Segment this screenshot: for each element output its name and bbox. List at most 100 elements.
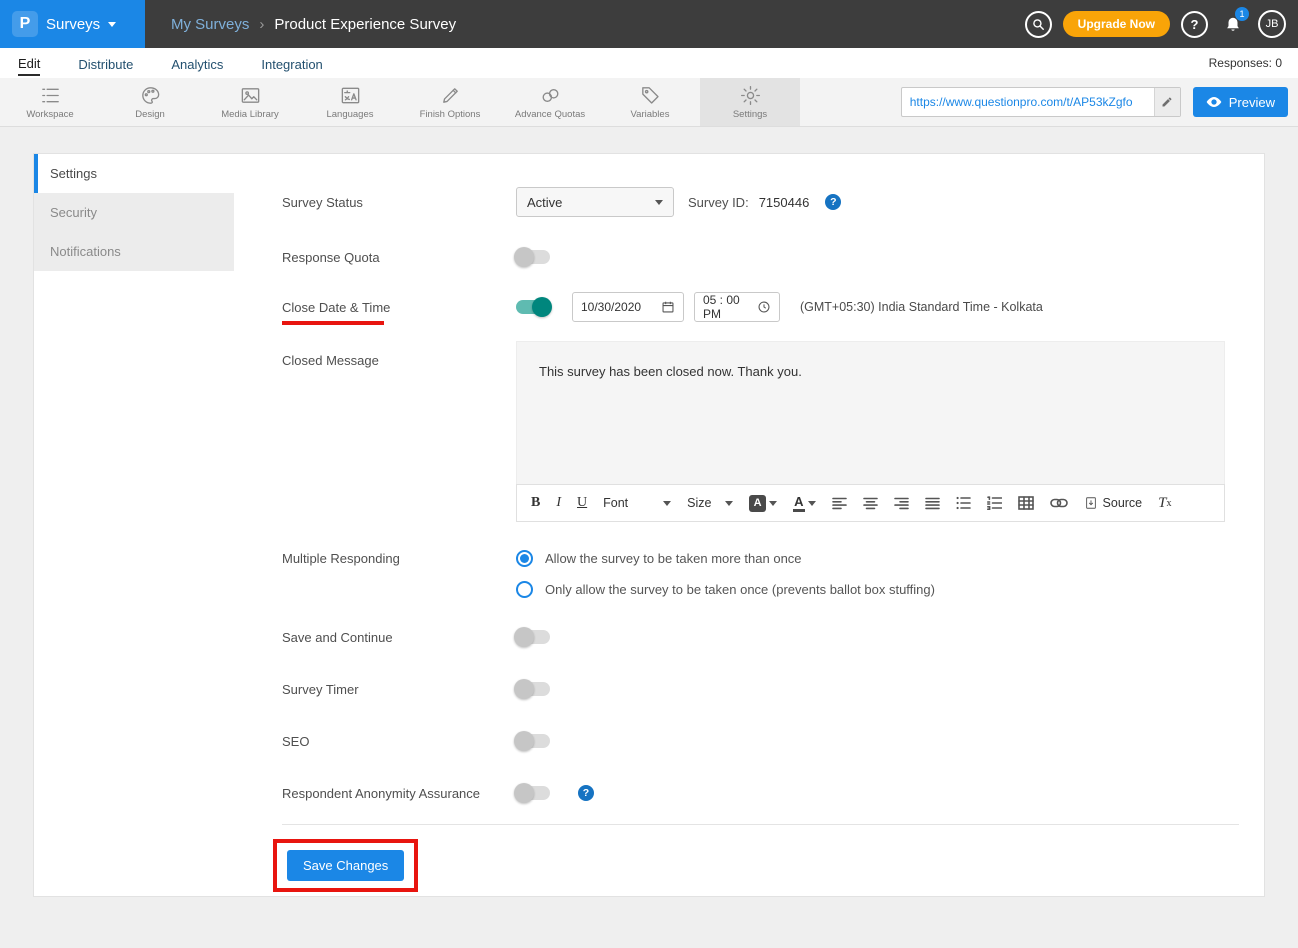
toggle-knob [514, 627, 534, 647]
source-label: Source [1103, 496, 1143, 510]
remove-format-button[interactable]: Tx [1158, 495, 1171, 512]
survey-timer-toggle[interactable] [516, 682, 550, 696]
bullet-list-icon [956, 496, 971, 510]
align-right-button[interactable] [894, 497, 909, 510]
survey-id-help-icon[interactable]: ? [825, 194, 841, 210]
notifications-button[interactable]: 1 [1219, 10, 1247, 38]
topbar: P Surveys My Surveys › Product Experienc… [0, 0, 1298, 48]
seo-toggle[interactable] [516, 734, 550, 748]
response-quota-toggle[interactable] [516, 250, 550, 264]
save-and-continue-row: Save and Continue [282, 627, 1239, 647]
breadcrumb-separator: › [259, 16, 264, 33]
font-dropdown[interactable]: Font [603, 496, 671, 510]
save-and-continue-toggle[interactable] [516, 630, 550, 644]
remove-format-icon: T [1158, 495, 1166, 512]
anonymity-help-icon[interactable]: ? [578, 785, 594, 801]
bullet-list-button[interactable] [956, 496, 971, 510]
toolbar-variables[interactable]: Variables [600, 78, 700, 126]
preview-label: Preview [1229, 95, 1275, 110]
survey-timer-label: Survey Timer [282, 682, 516, 697]
align-justify-icon [925, 497, 940, 510]
toggle-knob [514, 783, 534, 803]
toggle-knob [514, 731, 534, 751]
settings-card: Settings Security Notifications Survey S… [33, 153, 1265, 897]
breadcrumb-my-surveys[interactable]: My Surveys [171, 16, 249, 33]
close-time-input[interactable]: 05 : 00 PM [694, 292, 780, 322]
sidebar-item-security[interactable]: Security [34, 193, 234, 232]
main-nav-tabs: Edit Distribute Analytics Integration Re… [0, 48, 1298, 78]
help-button[interactable]: ? [1181, 11, 1208, 38]
content-area: Settings Security Notifications Survey S… [0, 127, 1298, 948]
toolbar-workspace[interactable]: Workspace [0, 78, 100, 126]
radio-option-multiple[interactable]: Allow the survey to be taken more than o… [516, 550, 935, 567]
underline-button[interactable]: U [577, 495, 587, 511]
edit-url-button[interactable] [1154, 88, 1180, 116]
size-dropdown[interactable]: Size [687, 496, 733, 510]
anonymity-row: Respondent Anonymity Assurance ? [282, 783, 1239, 803]
tab-edit[interactable]: Edit [18, 51, 40, 76]
text-color-button[interactable]: A [749, 495, 777, 512]
survey-url: https://www.questionpro.com/t/AP53kZgfo [902, 88, 1154, 116]
align-center-button[interactable] [863, 497, 878, 510]
toolbar-label: Variables [631, 109, 670, 120]
app-switcher[interactable]: P Surveys [0, 0, 145, 48]
annotation-red-underline [282, 321, 384, 325]
closed-message-textarea[interactable]: This survey has been closed now. Thank y… [516, 341, 1225, 484]
response-quota-row: Response Quota [282, 247, 1239, 267]
survey-timer-row: Survey Timer [282, 679, 1239, 699]
insert-table-button[interactable] [1018, 496, 1034, 510]
toolbar-advance-quotas[interactable]: Advance Quotas [500, 78, 600, 126]
insert-link-button[interactable] [1050, 498, 1068, 508]
chevron-down-icon [769, 501, 777, 506]
calendar-icon [661, 300, 675, 314]
search-button[interactable] [1025, 11, 1052, 38]
search-icon [1032, 18, 1045, 31]
response-quota-label: Response Quota [282, 250, 516, 265]
upgrade-button[interactable]: Upgrade Now [1063, 11, 1170, 37]
toolbar-media-library[interactable]: Media Library [200, 78, 300, 126]
toolbar-languages[interactable]: Languages [300, 78, 400, 126]
align-justify-button[interactable] [925, 497, 940, 510]
tab-distribute[interactable]: Distribute [78, 52, 133, 75]
align-left-button[interactable] [832, 497, 847, 510]
toolbar-label: Languages [326, 109, 373, 120]
toolbar-design[interactable]: Design [100, 78, 200, 126]
background-color-button[interactable]: A [793, 495, 815, 512]
sidebar-item-notifications[interactable]: Notifications [34, 232, 234, 271]
linked-rings-icon [539, 84, 562, 107]
survey-status-select[interactable]: Active [516, 187, 674, 217]
product-name: Surveys [46, 16, 100, 33]
radio-option-once[interactable]: Only allow the survey to be taken once (… [516, 581, 935, 598]
tab-analytics[interactable]: Analytics [171, 52, 223, 75]
seo-row: SEO [282, 731, 1239, 751]
survey-url-field[interactable]: https://www.questionpro.com/t/AP53kZgfo [901, 87, 1181, 117]
text-color-icon: A [749, 495, 766, 512]
survey-id-value: 7150446 [759, 195, 810, 210]
sidebar-item-settings[interactable]: Settings [34, 154, 234, 193]
workspace-icon [39, 84, 62, 107]
close-date-toggle[interactable] [516, 300, 550, 314]
preview-button[interactable]: Preview [1193, 87, 1288, 117]
close-date-input[interactable]: 10/30/2020 [572, 292, 684, 322]
chevron-down-icon [108, 22, 116, 27]
font-dropdown-label: Font [603, 496, 628, 510]
source-button[interactable]: Source [1084, 496, 1143, 510]
radio-button-checked[interactable] [516, 550, 533, 567]
avatar[interactable]: JB [1258, 10, 1286, 38]
bold-button[interactable]: B [531, 495, 540, 511]
anonymity-toggle[interactable] [516, 786, 550, 800]
toolbar-settings[interactable]: Settings [700, 78, 800, 126]
italic-button[interactable]: I [556, 495, 561, 511]
radio-label: Allow the survey to be taken more than o… [545, 551, 802, 566]
chevron-down-icon [655, 200, 663, 205]
save-changes-button[interactable]: Save Changes [287, 850, 404, 881]
close-time-value: 05 : 00 PM [703, 293, 757, 321]
radio-button-unchecked[interactable] [516, 581, 533, 598]
toggle-knob [532, 297, 552, 317]
breadcrumb-current: Product Experience Survey [274, 16, 456, 33]
annotation-red-box: Save Changes [273, 839, 418, 892]
tab-integration[interactable]: Integration [261, 52, 322, 75]
toolbar-label: Settings [733, 109, 767, 120]
numbered-list-button[interactable] [987, 496, 1002, 510]
toolbar-finish-options[interactable]: Finish Options [400, 78, 500, 126]
